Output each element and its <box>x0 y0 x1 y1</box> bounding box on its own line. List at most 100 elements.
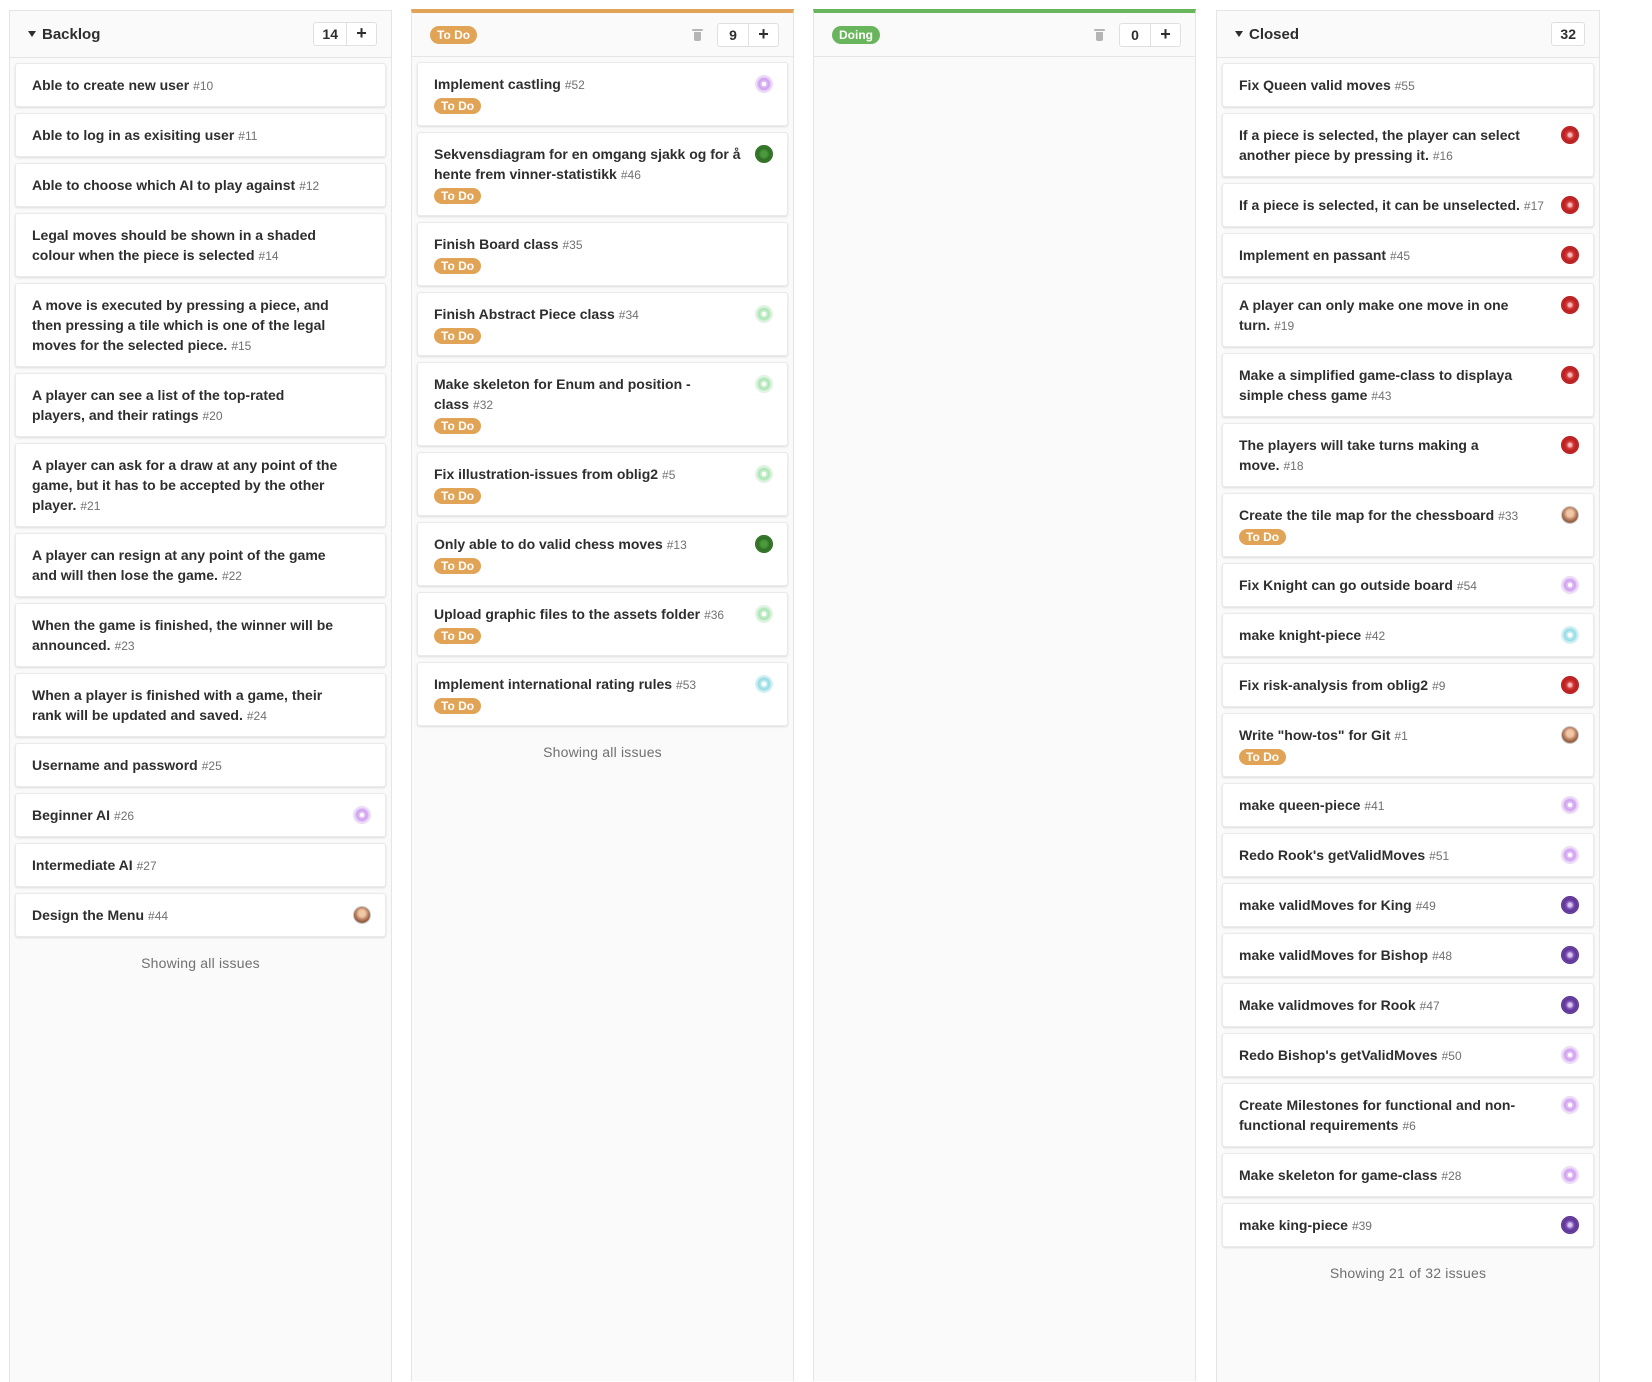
issue-title[interactable]: Design the Menu <box>32 907 144 923</box>
issue-title[interactable]: Fix illustration-issues from oblig2 <box>434 466 658 482</box>
assignee-avatar-icon[interactable] <box>1561 506 1579 524</box>
issue-title[interactable]: Implement international rating rules <box>434 676 672 692</box>
issue-title[interactable]: Sekvensdiagram for en omgang sjakk og fo… <box>434 146 741 182</box>
issue-card[interactable]: Write "how-tos" for Git #1 To Do <box>1222 713 1594 777</box>
issue-card[interactable]: Implement en passant #45 <box>1222 233 1594 277</box>
issue-title[interactable]: make queen-piece <box>1239 797 1360 813</box>
assignee-avatar-icon[interactable] <box>755 375 773 393</box>
issue-card[interactable]: When a player is finished with a game, t… <box>15 673 386 737</box>
assignee-avatar-icon[interactable] <box>1561 576 1579 594</box>
issue-card[interactable]: Design the Menu #44 <box>15 893 386 937</box>
assignee-avatar-icon[interactable] <box>755 535 773 553</box>
issue-label-badge[interactable]: To Do <box>434 488 482 504</box>
issue-title[interactable]: When the game is finished, the winner wi… <box>32 617 333 653</box>
assignee-avatar-icon[interactable] <box>755 145 773 163</box>
issue-card[interactable]: Beginner AI #26 <box>15 793 386 837</box>
issue-title[interactable]: The players will take turns making a mov… <box>1239 437 1479 473</box>
trash-icon[interactable] <box>692 28 703 41</box>
assignee-avatar-icon[interactable] <box>1561 1166 1579 1184</box>
issue-card[interactable]: Redo Rook's getValidMoves #51 <box>1222 833 1594 877</box>
issue-label-badge[interactable]: To Do <box>1239 529 1287 545</box>
issue-card[interactable]: A player can only make one move in one t… <box>1222 283 1594 347</box>
issue-card[interactable]: make validMoves for Bishop #48 <box>1222 933 1594 977</box>
issue-title[interactable]: Redo Bishop's getValidMoves <box>1239 1047 1438 1063</box>
issue-label-badge[interactable]: To Do <box>434 98 482 114</box>
issue-title[interactable]: Only able to do valid chess moves <box>434 536 663 552</box>
issue-card[interactable]: Intermediate AI #27 <box>15 843 386 887</box>
issue-label-badge[interactable]: To Do <box>1239 749 1287 765</box>
issue-label-badge[interactable]: To Do <box>434 328 482 344</box>
issue-card[interactable]: Fix illustration-issues from oblig2 #5 To … <box>417 452 788 516</box>
assignee-avatar-icon[interactable] <box>1561 1216 1579 1234</box>
assignee-avatar-icon[interactable] <box>1561 196 1579 214</box>
assignee-avatar-icon[interactable] <box>1561 1096 1579 1114</box>
issue-title[interactable]: Make skeleton for game-class <box>1239 1167 1437 1183</box>
assignee-avatar-icon[interactable] <box>755 75 773 93</box>
assignee-avatar-icon[interactable] <box>1561 366 1579 384</box>
issue-title[interactable]: Able to choose which AI to play against <box>32 177 295 193</box>
issue-title[interactable]: Implement castling <box>434 76 561 92</box>
issue-title[interactable]: When a player is finished with a game, t… <box>32 687 322 723</box>
issue-card[interactable]: Make skeleton for game-class #28 <box>1222 1153 1594 1197</box>
issue-title[interactable]: Able to create new user <box>32 77 189 93</box>
assignee-avatar-icon[interactable] <box>1561 846 1579 864</box>
issue-card[interactable]: Sekvensdiagram for en omgang sjakk og fo… <box>417 132 788 216</box>
assignee-avatar-icon[interactable] <box>1561 996 1579 1014</box>
issue-title[interactable]: Create Milestones for functional and non… <box>1239 1097 1515 1133</box>
assignee-avatar-icon[interactable] <box>1561 946 1579 964</box>
issue-card[interactable]: Make validmoves for Rook #47 <box>1222 983 1594 1027</box>
issue-label-badge[interactable]: To Do <box>434 628 482 644</box>
issue-title[interactable]: Make validmoves for Rook <box>1239 997 1416 1013</box>
issue-card[interactable]: Username and password #25 <box>15 743 386 787</box>
assignee-avatar-icon[interactable] <box>1561 1046 1579 1064</box>
list-header-doing[interactable]: Doing 0 + <box>814 13 1195 57</box>
assignee-avatar-icon[interactable] <box>755 305 773 323</box>
issue-card[interactable]: A player can see a list of the top-rated… <box>15 373 386 437</box>
assignee-avatar-icon[interactable] <box>1561 676 1579 694</box>
issue-card[interactable]: Able to choose which AI to play against #… <box>15 163 386 207</box>
issue-card[interactable]: Make a simplified game-class to displaya… <box>1222 353 1594 417</box>
issue-card[interactable]: When the game is finished, the winner wi… <box>15 603 386 667</box>
assignee-avatar-icon[interactable] <box>1561 626 1579 644</box>
issue-card[interactable]: Make skeleton for Enum and position -cla… <box>417 362 788 446</box>
issue-card[interactable]: Fix Knight can go outside board #54 <box>1222 563 1594 607</box>
assignee-avatar-icon[interactable] <box>1561 246 1579 264</box>
assignee-avatar-icon[interactable] <box>1561 896 1579 914</box>
issue-title[interactable]: Fix risk-analysis from oblig2 <box>1239 677 1428 693</box>
assignee-avatar-icon[interactable] <box>1561 436 1579 454</box>
issue-title[interactable]: Intermediate AI <box>32 857 133 873</box>
issue-card[interactable]: Create the tile map for the chessboard #3… <box>1222 493 1594 557</box>
assignee-avatar-icon[interactable] <box>353 806 371 824</box>
assignee-avatar-icon[interactable] <box>755 605 773 623</box>
issue-card[interactable]: Redo Bishop's getValidMoves #50 <box>1222 1033 1594 1077</box>
assignee-avatar-icon[interactable] <box>1561 126 1579 144</box>
assignee-avatar-icon[interactable] <box>755 675 773 693</box>
issue-title[interactable]: Able to log in as exisiting user <box>32 127 234 143</box>
issue-title[interactable]: A move is executed by pressing a piece, … <box>32 297 329 353</box>
issue-title[interactable]: Create the tile map for the chessboard <box>1239 507 1494 523</box>
issue-title[interactable]: Username and password <box>32 757 198 773</box>
list-header-closed[interactable]: Closed 32 <box>1217 11 1599 58</box>
issue-title[interactable]: Fix Knight can go outside board <box>1239 577 1453 593</box>
issue-card[interactable]: Able to log in as exisiting user #11 <box>15 113 386 157</box>
issue-title[interactable]: Finish Board class <box>434 236 558 252</box>
assignee-avatar-icon[interactable] <box>353 906 371 924</box>
issue-card[interactable]: If a piece is selected, the player can s… <box>1222 113 1594 177</box>
issue-title[interactable]: Implement en passant <box>1239 247 1386 263</box>
issue-title[interactable]: make knight-piece <box>1239 627 1361 643</box>
issue-title[interactable]: make king-piece <box>1239 1217 1348 1233</box>
issue-title[interactable]: make validMoves for Bishop <box>1239 947 1428 963</box>
assignee-avatar-icon[interactable] <box>755 465 773 483</box>
issue-card[interactable]: make knight-piece #42 <box>1222 613 1594 657</box>
issue-label-badge[interactable]: To Do <box>434 698 482 714</box>
caret-down-icon[interactable] <box>28 31 36 37</box>
issue-title[interactable]: Upload graphic files to the assets folde… <box>434 606 700 622</box>
issue-card[interactable]: A move is executed by pressing a piece, … <box>15 283 386 367</box>
issue-title[interactable]: If a piece is selected, the player can s… <box>1239 127 1520 163</box>
issue-card[interactable]: Upload graphic files to the assets folde… <box>417 592 788 656</box>
issue-card[interactable]: make queen-piece #41 <box>1222 783 1594 827</box>
issue-card[interactable]: Implement international rating rules #53 T… <box>417 662 788 726</box>
issue-title[interactable]: Fix Queen valid moves <box>1239 77 1391 93</box>
add-issue-button[interactable]: + <box>748 23 778 46</box>
issue-card[interactable]: If a piece is selected, it can be unsele… <box>1222 183 1594 227</box>
